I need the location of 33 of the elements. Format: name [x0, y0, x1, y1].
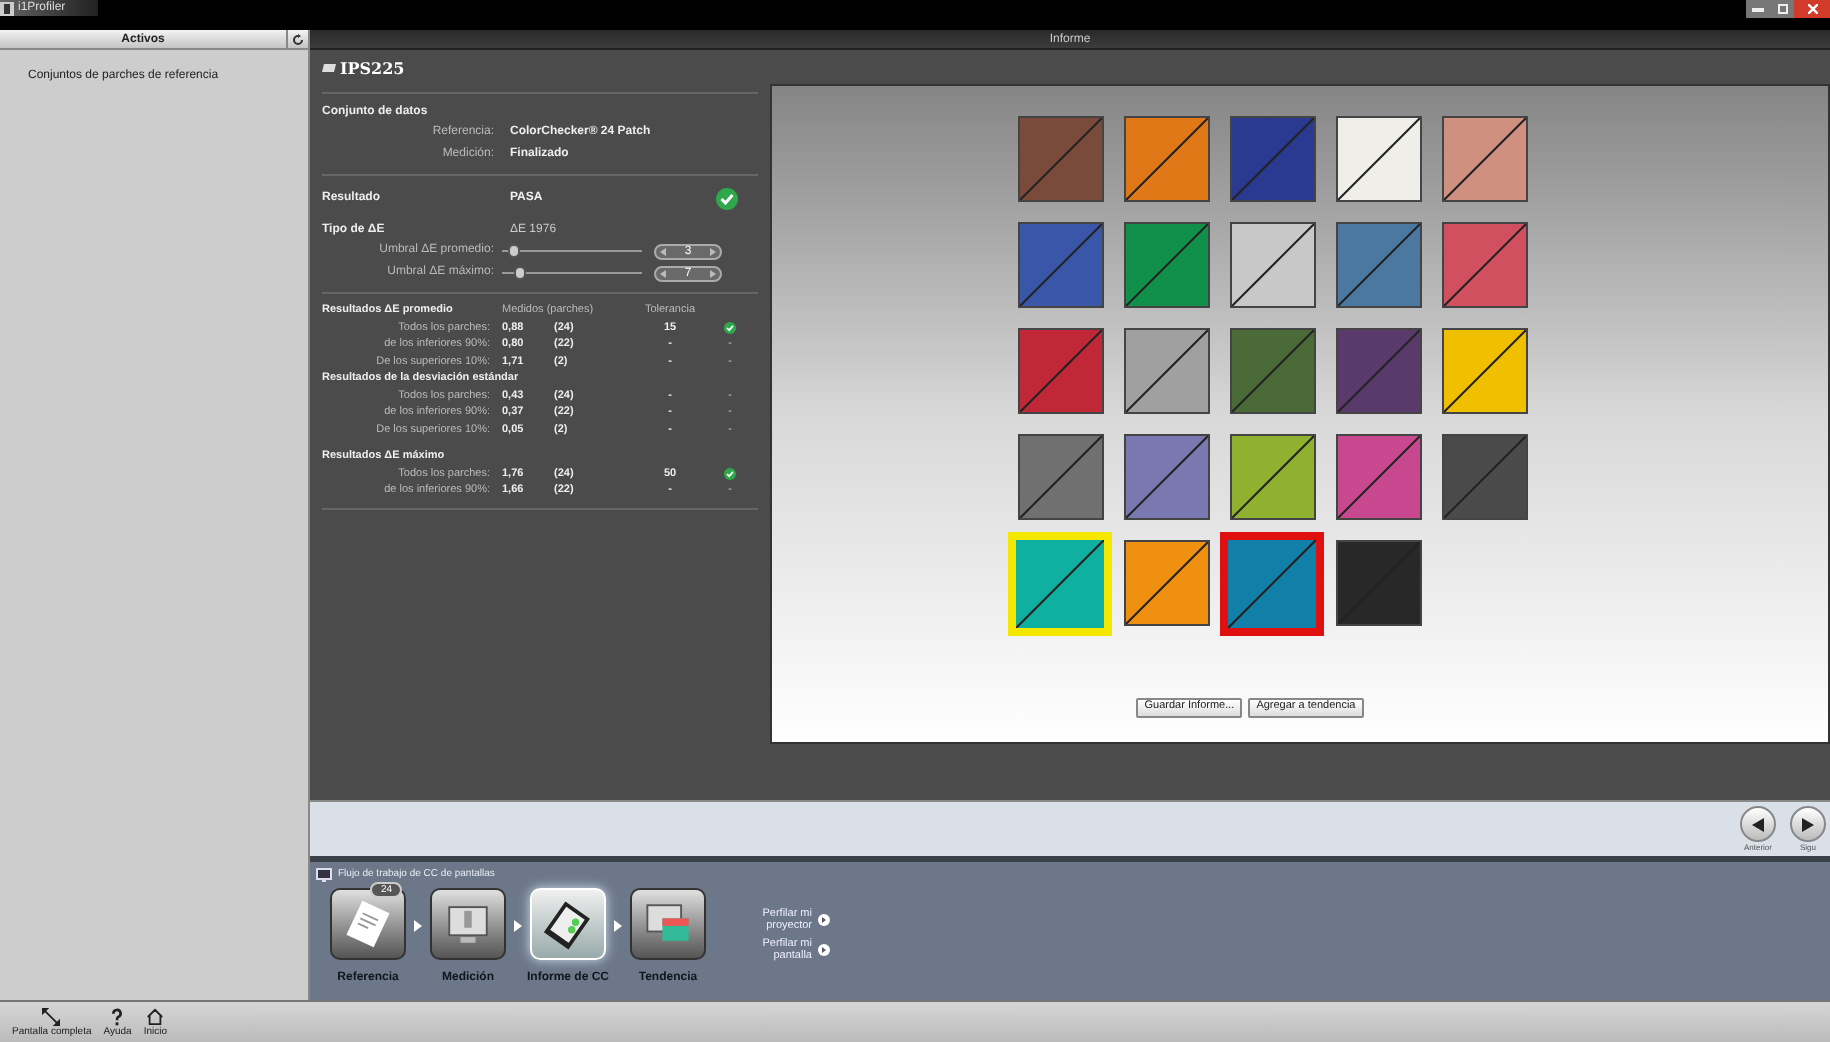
left-triangle-icon — [1752, 817, 1764, 831]
decrement-icon — [660, 247, 666, 255]
report-title: IPS225 — [340, 60, 405, 76]
chevron-right-icon — [414, 920, 422, 932]
arrow-circle-icon — [818, 914, 830, 926]
maximize-icon — [1777, 4, 1787, 14]
app-icon — [0, 1, 14, 15]
chevron-right-icon — [514, 920, 522, 932]
check-icon — [716, 187, 738, 209]
workflow-step-button[interactable] — [630, 888, 706, 960]
next-button[interactable] — [1790, 806, 1826, 842]
back-button[interactable] — [1740, 806, 1776, 842]
check-icon — [724, 321, 736, 334]
slider-thumb[interactable] — [514, 266, 527, 280]
check-icon — [724, 467, 736, 480]
workflow-step-button[interactable] — [430, 888, 506, 960]
slider-thumb[interactable] — [508, 244, 521, 258]
minimize-icon — [1752, 7, 1764, 11]
close-button[interactable] — [1794, 0, 1830, 18]
increment-icon — [710, 269, 716, 277]
decrement-icon — [660, 269, 666, 277]
close-icon — [1807, 4, 1817, 14]
chevron-right-icon — [614, 920, 622, 932]
home-icon — [146, 1008, 165, 1026]
right-triangle-icon — [1802, 817, 1814, 831]
increment-icon — [710, 247, 716, 255]
minimize-button[interactable] — [1746, 0, 1770, 18]
expand-icon — [42, 1008, 61, 1026]
help-icon — [108, 1008, 127, 1026]
maximize-button[interactable] — [1770, 0, 1794, 18]
refresh-icon — [292, 33, 304, 45]
arrow-circle-icon — [818, 944, 830, 956]
refresh-button[interactable] — [286, 30, 308, 48]
